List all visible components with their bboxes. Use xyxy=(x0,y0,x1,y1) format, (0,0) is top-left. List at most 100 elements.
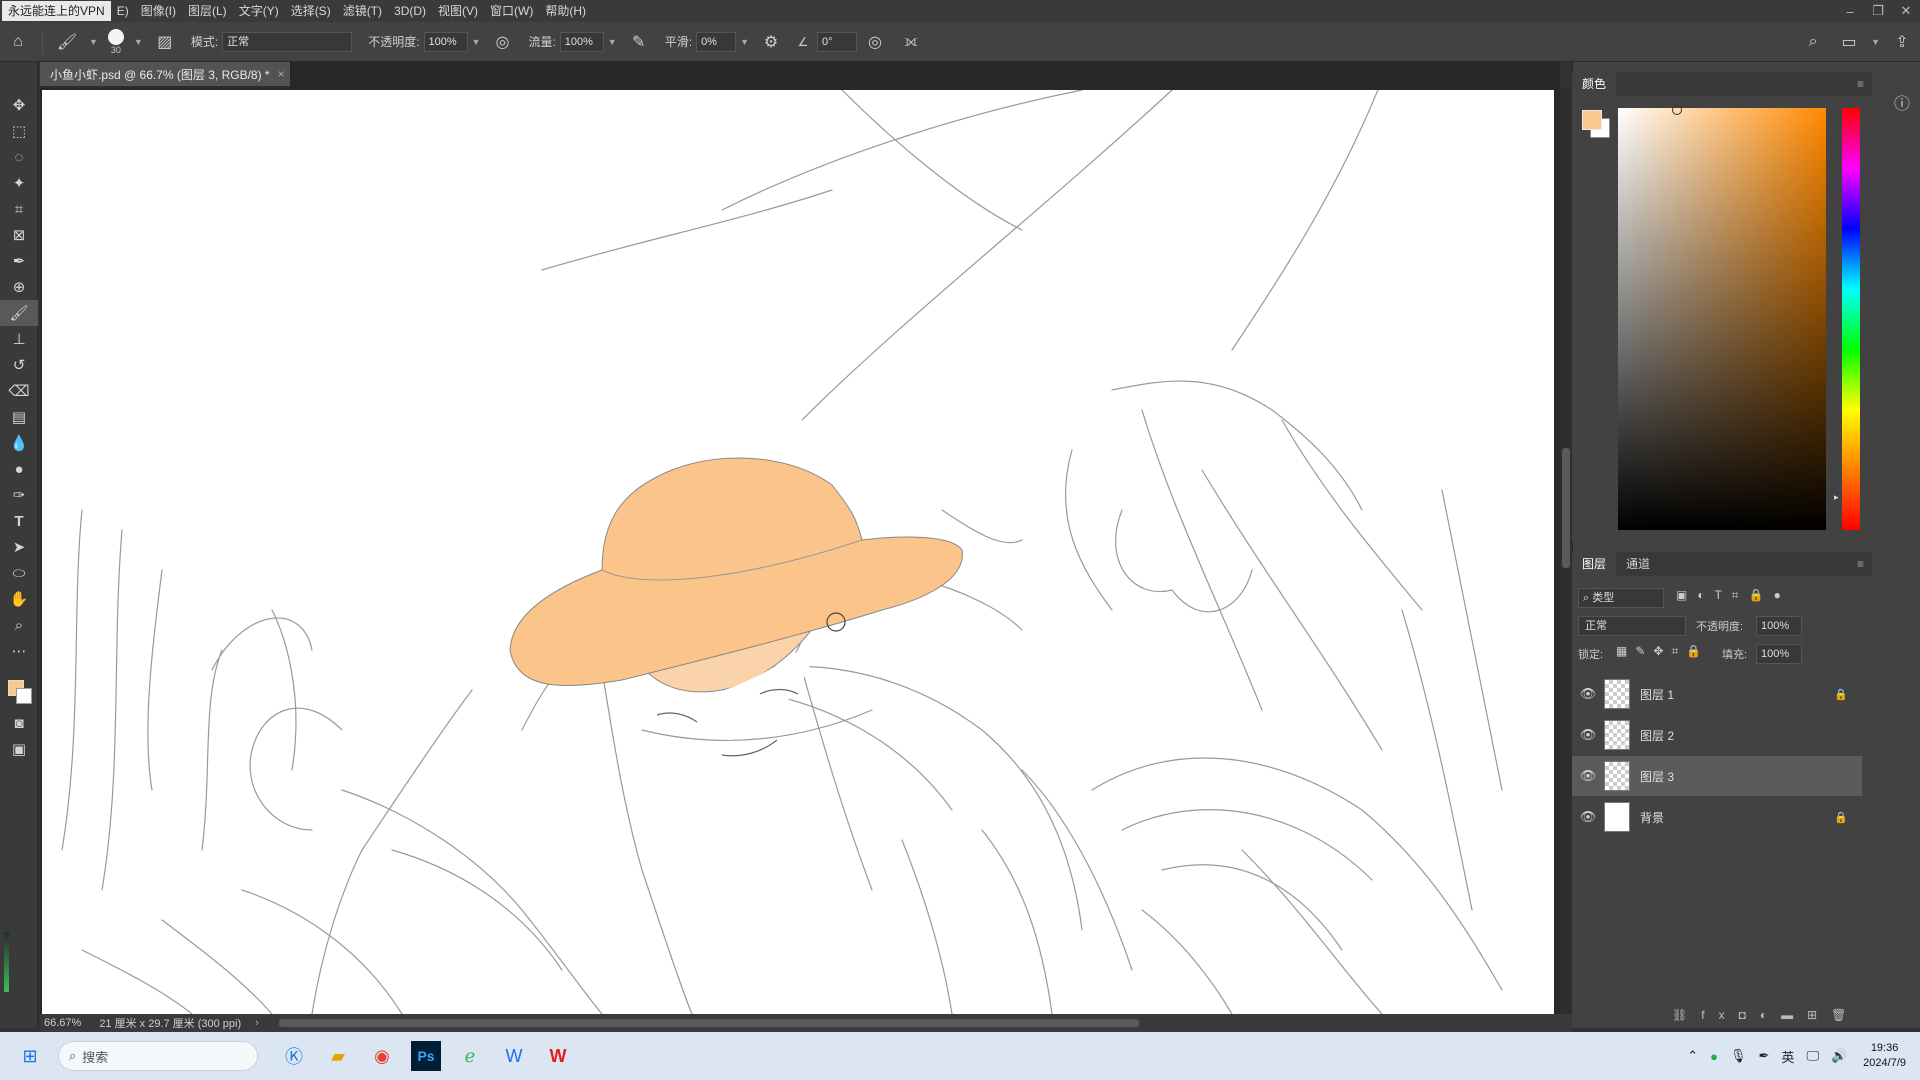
layer-row-1[interactable]: 👁 图层 1 🔒 xyxy=(1572,674,1862,714)
gear-icon[interactable]: ⚙ xyxy=(759,30,783,54)
filter-type-icons[interactable]: ▣◐T⌗🔒● xyxy=(1676,588,1791,603)
layer-opacity-field[interactable]: 100% xyxy=(1756,616,1802,636)
opacity-field[interactable]: 100% xyxy=(423,31,468,52)
menu-type[interactable]: 文字(Y) xyxy=(233,0,285,22)
brush-settings-panel-icon[interactable]: ▨ xyxy=(153,30,177,54)
airbrush-icon[interactable]: ✎ xyxy=(627,30,651,54)
minimize-button[interactable]: – xyxy=(1836,4,1864,19)
workspace-icon[interactable]: ▭ xyxy=(1837,30,1861,54)
file-explorer-icon[interactable]: ▰ xyxy=(318,1036,358,1076)
type-tool-icon[interactable]: T xyxy=(0,508,38,534)
chevron-down-icon[interactable]: ▼ xyxy=(740,37,749,47)
layer-name[interactable]: 图层 3 xyxy=(1640,768,1674,785)
vpn-notification[interactable]: 永远能连上的VPN xyxy=(2,1,111,21)
chevron-down-icon[interactable]: ▼ xyxy=(472,37,481,47)
search-icon[interactable]: ⌕ xyxy=(1801,30,1825,54)
history-brush-tool-icon[interactable]: ↺ xyxy=(0,352,38,378)
frame-tool-icon[interactable]: ⊠ xyxy=(0,222,38,248)
wps-writer-icon[interactable]: W xyxy=(494,1036,534,1076)
layer-name[interactable]: 图层 2 xyxy=(1640,727,1674,744)
menu-edit[interactable]: E) xyxy=(111,0,135,22)
flow-field[interactable]: 100% xyxy=(559,31,604,52)
layer-row-2[interactable]: 👁 图层 2 xyxy=(1572,715,1862,755)
tray-app-icon[interactable]: ● xyxy=(1710,1049,1718,1064)
new-group-icon[interactable]: ▬ xyxy=(1781,1008,1807,1022)
layer-name[interactable]: 图层 1 xyxy=(1640,686,1674,703)
screen-mode-icon[interactable]: ▣ xyxy=(0,736,38,762)
angle-field[interactable]: 0° xyxy=(816,31,857,52)
pressure-size-icon[interactable]: ◎ xyxy=(863,30,887,54)
document-tab[interactable]: 小鱼小虾.psd @ 66.7% (图层 3, RGB/8) * × xyxy=(40,62,290,88)
menu-view[interactable]: 视图(V) xyxy=(432,0,484,22)
eye-icon[interactable]: 👁 xyxy=(1572,809,1604,825)
move-tool-icon[interactable]: ✥ xyxy=(0,92,38,118)
zoom-tool-icon[interactable]: ⌕ xyxy=(0,612,38,638)
foreground-color-chip[interactable] xyxy=(1582,110,1602,130)
more-tools-icon[interactable]: ⋯ xyxy=(0,638,38,664)
adjustment-layer-icon[interactable]: ◐ xyxy=(1760,1008,1781,1022)
magic-wand-tool-icon[interactable]: ✦ xyxy=(0,170,38,196)
gradient-tool-icon[interactable]: ▤ xyxy=(0,404,38,430)
chevron-down-icon[interactable]: ▼ xyxy=(1871,37,1880,47)
layer-row-3[interactable]: 👁 图层 3 xyxy=(1572,756,1862,796)
menu-image[interactable]: 图像(I) xyxy=(135,0,182,22)
chevron-down-icon[interactable]: ▼ xyxy=(89,37,98,47)
eraser-tool-icon[interactable]: ⌫ xyxy=(0,378,38,404)
brush-size-picker[interactable]: 30 xyxy=(107,28,124,55)
layer-row-background[interactable]: 👁 背景 🔒 xyxy=(1572,797,1862,837)
vertical-scrollbar[interactable] xyxy=(1560,88,1572,1014)
fx-icon[interactable]: fx xyxy=(1701,1008,1738,1022)
dodge-tool-icon[interactable]: ● xyxy=(0,456,38,482)
home-icon[interactable]: ⌂ xyxy=(6,30,30,54)
link-layers-icon[interactable]: ⛓ xyxy=(1672,1008,1701,1022)
menu-select[interactable]: 选择(S) xyxy=(285,0,337,22)
add-mask-icon[interactable]: ◘ xyxy=(1739,1008,1760,1022)
restore-button[interactable]: ❐ xyxy=(1864,3,1892,19)
zoom-level[interactable]: 66.67% xyxy=(44,1017,81,1029)
vertical-scroll-thumb[interactable] xyxy=(1562,448,1570,568)
microphone-icon[interactable]: 🎙 xyxy=(1730,1048,1747,1064)
menu-layer[interactable]: 图层(L) xyxy=(182,0,233,22)
menu-help[interactable]: 帮助(H) xyxy=(539,0,592,22)
crop-tool-icon[interactable]: ⌗ xyxy=(0,196,38,222)
photoshop-app-icon[interactable]: Ps xyxy=(411,1041,441,1071)
path-selection-tool-icon[interactable]: ➤ xyxy=(0,534,38,560)
fill-field[interactable]: 100% xyxy=(1756,644,1802,664)
delete-layer-icon[interactable]: 🗑 xyxy=(1831,1008,1860,1022)
blend-mode-select[interactable]: 正常 xyxy=(1578,616,1686,636)
clone-stamp-tool-icon[interactable]: ⊥ xyxy=(0,326,38,352)
pen-tool-icon[interactable]: ✑ xyxy=(0,482,38,508)
chevron-right-icon[interactable]: › xyxy=(255,1017,259,1029)
lock-options-icons[interactable]: ▦✎✥⌗🔒 xyxy=(1616,644,1709,659)
eye-icon[interactable]: 👁 xyxy=(1572,727,1604,743)
eye-icon[interactable]: 👁 xyxy=(1572,686,1604,702)
tab-channels[interactable]: 通道 xyxy=(1616,552,1660,576)
chevron-down-icon[interactable]: ▼ xyxy=(608,37,617,47)
horizontal-scroll-thumb[interactable] xyxy=(278,1019,1139,1027)
mode-select[interactable]: 正常 xyxy=(222,31,353,52)
menu-3d[interactable]: 3D(D) xyxy=(388,0,432,22)
edge-browser-icon[interactable]: ℯ xyxy=(450,1036,490,1076)
color-swatches[interactable] xyxy=(0,664,37,710)
tab-color[interactable]: 颜色 xyxy=(1572,72,1617,96)
input-method[interactable]: 英 xyxy=(1781,1047,1794,1066)
drawing-canvas[interactable] xyxy=(42,90,1554,1014)
healing-tool-icon[interactable]: ⊕ xyxy=(0,274,38,300)
eyedropper-tool-icon[interactable]: ✒ xyxy=(0,248,38,274)
layer-actions-bar[interactable]: ⛓fx◘◐▬⊞🗑 xyxy=(1672,1008,1860,1022)
tab-layers[interactable]: 图层 xyxy=(1572,552,1617,576)
blur-tool-icon[interactable]: 💧 xyxy=(0,430,38,456)
brush-tool-icon[interactable]: 🖌 xyxy=(0,300,38,326)
lasso-tool-icon[interactable]: ◌ xyxy=(0,144,38,170)
start-menu-icon[interactable]: ⊞ xyxy=(10,1036,50,1076)
pen-icon[interactable]: ✒ xyxy=(1759,1048,1770,1064)
hue-slider[interactable]: ▸ xyxy=(1834,108,1860,530)
layer-name[interactable]: 背景 xyxy=(1640,809,1664,826)
new-layer-icon[interactable]: ⊞ xyxy=(1807,1008,1831,1022)
hue-slider-handle[interactable]: ▸ xyxy=(1834,492,1839,503)
system-clock[interactable]: 19:36 2024/7/9 xyxy=(1863,1041,1906,1071)
volume-icon[interactable]: 🔊 xyxy=(1831,1048,1847,1064)
hand-tool-icon[interactable]: ✋ xyxy=(0,586,38,612)
share-icon[interactable]: ⇪ xyxy=(1890,30,1914,54)
smoothing-field[interactable]: 0% xyxy=(696,31,737,52)
